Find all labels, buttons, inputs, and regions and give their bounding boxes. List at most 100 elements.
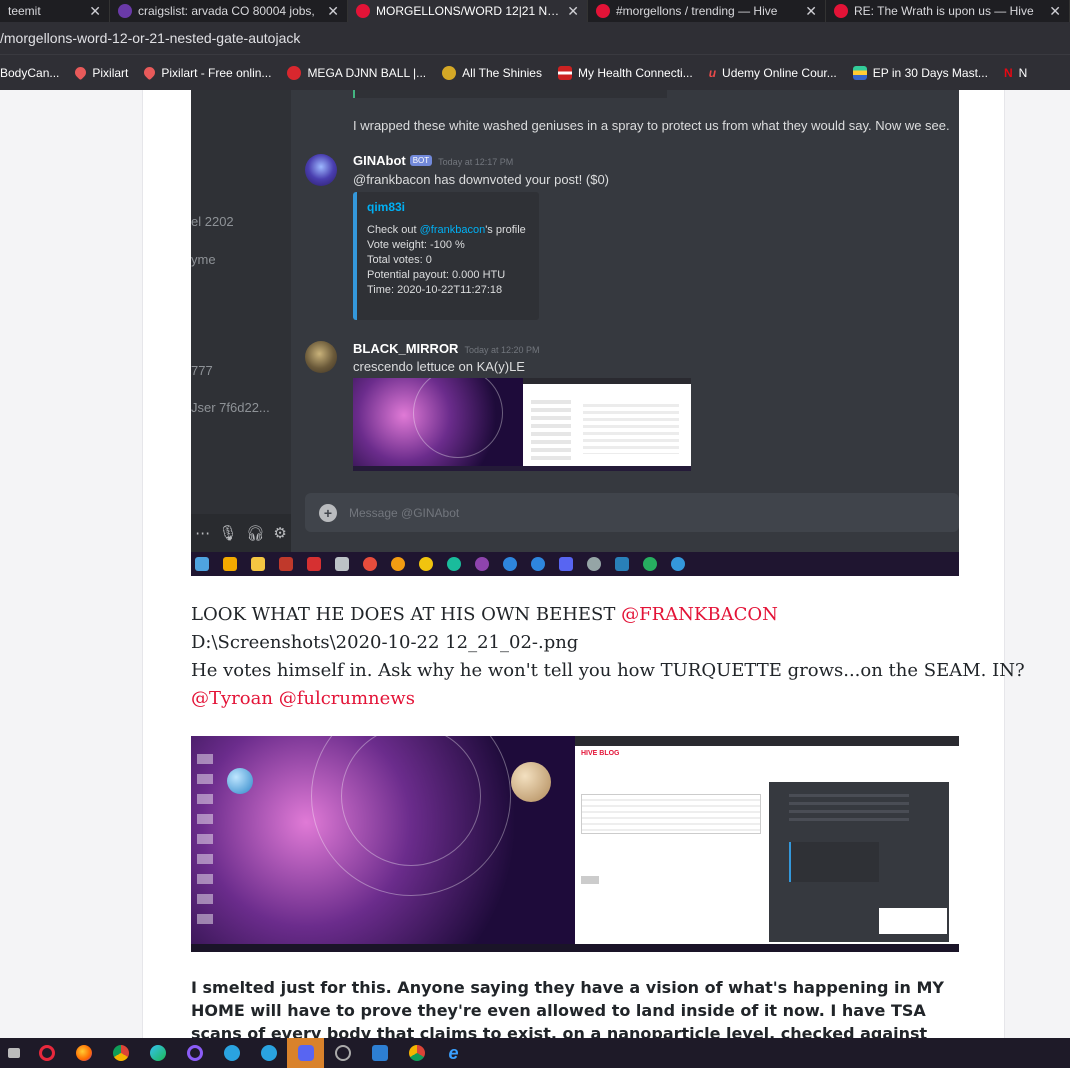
mic-icon: 🎙︎ — [218, 525, 238, 542]
address-bar[interactable]: /morgellons-word-12-or-21-nested-gate-au… — [0, 22, 1070, 54]
embed-title: qim83i — [367, 200, 406, 214]
sparkle-icon — [442, 65, 457, 80]
taskbar-chrome[interactable] — [398, 1038, 435, 1068]
message-header: BLACK_MIRROR Today at 12:20 PM — [353, 340, 540, 358]
tab-craigslist[interactable]: craigslist: arvada CO 80004 jobs, ✕ — [110, 0, 348, 22]
taskbar-telegram[interactable] — [250, 1038, 287, 1068]
hive-icon — [356, 4, 370, 18]
chrome-icon — [112, 1045, 129, 1061]
heart-icon — [142, 64, 158, 81]
tab-label: craigslist: arvada CO 80004 jobs, — [138, 4, 315, 18]
dm-item: yme — [191, 252, 216, 267]
taskbar-app[interactable] — [324, 1038, 361, 1068]
discord-screenshot: el 2202 yme 777 Jser 7f6d22... ⋯ 🎙︎ 🎧︎ ⚙… — [191, 90, 959, 576]
bookmark-label: EP in 30 Days Mast... — [872, 65, 988, 80]
bookmark-bodycan[interactable]: BodyCan... — [0, 66, 69, 80]
timestamp: Today at 12:17 PM — [438, 157, 514, 167]
taskbar-app[interactable] — [176, 1038, 213, 1068]
bot-badge: BOT — [409, 155, 433, 166]
post-card: el 2202 yme 777 Jser 7f6d22... ⋯ 🎙︎ 🎧︎ ⚙… — [142, 90, 1025, 1038]
bookmark-shinies[interactable]: All The Shinies — [442, 65, 552, 80]
app-icon — [8, 1048, 20, 1058]
dm-item: 777 — [191, 363, 213, 378]
bookmark-label: Pixilart - Free onlin... — [161, 65, 272, 80]
netflix-icon: N — [1003, 65, 1013, 80]
bookmark-label: N — [1018, 65, 1028, 80]
close-icon[interactable]: ✕ — [1049, 3, 1061, 20]
message-text: @frankbacon has downvoted your post! ($0… — [353, 172, 610, 187]
embed-line: Vote weight: -100 % — [367, 239, 465, 251]
bookmark-netflix[interactable]: N N — [1004, 66, 1037, 80]
bookmark-pixilart-free[interactable]: Pixilart - Free onlin... — [142, 64, 281, 81]
tab-steemit[interactable]: teemit ✕ — [0, 0, 110, 22]
thumbnail-taskbar — [353, 466, 691, 471]
tab-label: MORGELLONS/WORD 12|21 NES — [376, 4, 562, 18]
bookmark-ep[interactable]: EP in 30 Days Mast... — [852, 65, 998, 80]
thumbnail-button — [581, 876, 599, 884]
user-mention[interactable]: @Tyroan — [191, 688, 273, 709]
app-icon — [371, 1045, 388, 1061]
bookmarks-bar: BodyCan... Pixilart Pixilart - Free onli… — [0, 54, 1070, 90]
editor-box — [581, 794, 761, 834]
notification-popup — [879, 908, 947, 934]
taskbar-chrome[interactable] — [102, 1038, 139, 1068]
plus-icon[interactable]: + — [319, 503, 337, 522]
hive-editor-thumbnail: HIVE BLOG — [575, 736, 959, 944]
bold-paragraph: I smelted just for this. Anyone saying t… — [191, 978, 944, 1038]
taskbar-ie[interactable]: e — [435, 1038, 472, 1068]
message-header: GINAbot BOT Today at 12:17 PM — [353, 152, 513, 170]
post-line: @Tyroan @fulcrumnews — [191, 688, 415, 709]
firefox-icon — [75, 1045, 92, 1061]
close-icon[interactable]: ✕ — [567, 3, 579, 20]
taskbar-discord[interactable] — [287, 1038, 324, 1068]
close-icon[interactable]: ✕ — [327, 3, 339, 20]
close-icon[interactable]: ✕ — [805, 3, 817, 20]
bookmark-label: BodyCan... — [0, 65, 60, 80]
taskbar-app[interactable] — [361, 1038, 398, 1068]
message-input[interactable]: + Message @GINAbot — [305, 493, 959, 532]
vote-embed: qim83i Check out @frankbacon's profile V… — [353, 192, 539, 320]
tab-hive-trending[interactable]: #morgellons / trending — Hive ✕ — [588, 0, 826, 22]
message-text: I wrapped these white washed geniuses in… — [353, 118, 950, 133]
opera-icon — [38, 1045, 55, 1061]
avatar — [305, 154, 337, 186]
user-mention[interactable]: @fulcrumnews — [279, 688, 415, 709]
bookmark-pixilart[interactable]: Pixilart — [73, 64, 138, 81]
url-text: /morgellons-word-12-or-21-nested-gate-au… — [0, 30, 301, 46]
discord-icon — [297, 1045, 314, 1061]
taskbar-app[interactable] — [0, 1038, 28, 1068]
hive-icon — [834, 4, 848, 18]
bookmark-mega[interactable]: MEGA DJNN BALL |... — [287, 65, 436, 80]
discord-dm-list: el 2202 yme 777 Jser 7f6d22... ⋯ 🎙︎ 🎧︎ ⚙ — [191, 90, 291, 552]
app-icon — [587, 557, 601, 571]
close-icon[interactable]: ✕ — [89, 3, 101, 20]
chrome-icon — [643, 557, 657, 571]
planet — [511, 762, 551, 802]
profile-link[interactable]: @frankbacon — [420, 224, 486, 236]
heart-icon — [73, 64, 89, 81]
taskbar-firefox[interactable] — [65, 1038, 102, 1068]
taskbar-opera[interactable] — [28, 1038, 65, 1068]
bookmark-label: Udemy Online Cour... — [722, 65, 837, 80]
tab-morgellons[interactable]: MORGELLONS/WORD 12|21 NES ✕ — [348, 0, 588, 22]
embed-line: Check out @frankbacon's profile — [367, 223, 529, 238]
screenshot-taskbar — [191, 552, 959, 576]
chrome-icon — [419, 557, 433, 571]
thumbnail-list — [531, 400, 571, 460]
bookmark-health[interactable]: My Health Connecti... — [557, 65, 703, 80]
bookmark-label: Pixilart — [92, 65, 129, 80]
attached-screenshot[interactable] — [353, 378, 691, 471]
taskbar-edge[interactable] — [139, 1038, 176, 1068]
health-icon — [557, 65, 572, 80]
dm-item: el 2202 — [191, 214, 234, 229]
taskbar-telegram[interactable] — [213, 1038, 250, 1068]
user-mention[interactable]: @FRANKBACON — [621, 604, 778, 625]
bookmark-udemy[interactable]: u Udemy Online Cour... — [709, 66, 847, 80]
more-icon: ⋯ — [195, 525, 211, 542]
desktop-screenshot[interactable]: HIVE BLOG — [191, 736, 959, 952]
telegram-icon — [260, 1045, 277, 1061]
app-icon — [475, 557, 489, 571]
gear-icon: ⚙ — [273, 525, 287, 542]
tab-hive-wrath[interactable]: RE: The Wrath is upon us — Hive ✕ — [826, 0, 1070, 22]
planet — [227, 768, 253, 794]
